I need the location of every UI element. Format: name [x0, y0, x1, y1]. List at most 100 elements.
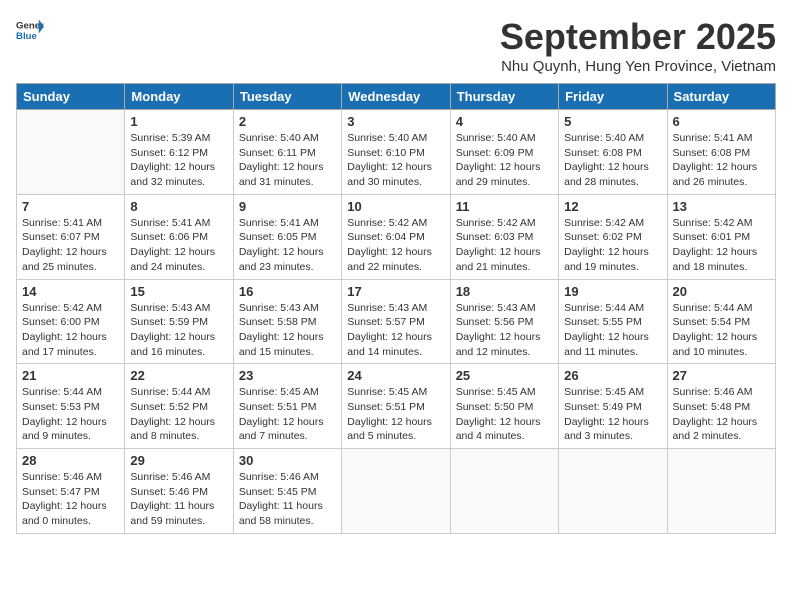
- calendar-cell: 7Sunrise: 5:41 AM Sunset: 6:07 PM Daylig…: [17, 194, 125, 279]
- day-info: Sunrise: 5:43 AM Sunset: 5:58 PM Dayligh…: [239, 301, 336, 360]
- logo: General Blue: [16, 16, 44, 44]
- day-info: Sunrise: 5:42 AM Sunset: 6:03 PM Dayligh…: [456, 216, 553, 275]
- calendar-cell: 14 Sunrise: 5:42 AM Sunset: 6:00 PM Dayli…: [17, 279, 125, 364]
- calendar-cell: 11 Sunrise: 5:42 AM Sunset: 6:03 PM Dayli…: [450, 194, 558, 279]
- day-info: Sunrise: 5:42 AM Sunset: 6:02 PM Dayligh…: [564, 216, 661, 275]
- calendar-cell: 16 Sunrise: 5:43 AM Sunset: 5:58 PM Dayli…: [233, 279, 341, 364]
- calendar-cell: 28 Sunrise: 5:46 AM Sunset: 5:47 PM Dayli…: [17, 449, 125, 534]
- day-number: 14: [22, 284, 119, 299]
- calendar-cell: [559, 449, 667, 534]
- day-number: 29: [130, 453, 227, 468]
- calendar-cell: 30 Sunrise: 5:46 AM Sunset: 5:45 PM Dayli…: [233, 449, 341, 534]
- weekday-header-saturday: Saturday: [667, 84, 775, 110]
- day-info: Sunrise: 5:46 AM Sunset: 5:47 PM Dayligh…: [22, 470, 119, 529]
- day-number: 23: [239, 368, 336, 383]
- day-info: Sunrise: 5:44 AM Sunset: 5:53 PM Dayligh…: [22, 385, 119, 444]
- weekday-header-monday: Monday: [125, 84, 233, 110]
- weekday-header-thursday: Thursday: [450, 84, 558, 110]
- day-info: Sunrise: 5:40 AM Sunset: 6:11 PM Dayligh…: [239, 131, 336, 190]
- calendar-cell: 20 Sunrise: 5:44 AM Sunset: 5:54 PM Dayli…: [667, 279, 775, 364]
- day-info: Sunrise: 5:46 AM Sunset: 5:48 PM Dayligh…: [673, 385, 770, 444]
- day-info: Sunrise: 5:43 AM Sunset: 5:57 PM Dayligh…: [347, 301, 444, 360]
- calendar-cell: 17 Sunrise: 5:43 AM Sunset: 5:57 PM Dayli…: [342, 279, 450, 364]
- day-info: Sunrise: 5:42 AM Sunset: 6:04 PM Dayligh…: [347, 216, 444, 275]
- day-info: Sunrise: 5:40 AM Sunset: 6:09 PM Dayligh…: [456, 131, 553, 190]
- calendar-week-row: 1 Sunrise: 5:39 AM Sunset: 6:12 PM Daylig…: [17, 110, 776, 195]
- calendar-cell: 15 Sunrise: 5:43 AM Sunset: 5:59 PM Dayli…: [125, 279, 233, 364]
- calendar-cell: 12 Sunrise: 5:42 AM Sunset: 6:02 PM Dayli…: [559, 194, 667, 279]
- day-info: Sunrise: 5:46 AM Sunset: 5:45 PM Dayligh…: [239, 470, 336, 529]
- day-info: Sunrise: 5:42 AM Sunset: 6:00 PM Dayligh…: [22, 301, 119, 360]
- calendar-cell: [342, 449, 450, 534]
- title-block: September 2025 Nhu Quynh, Hung Yen Provi…: [500, 16, 776, 75]
- weekday-header-sunday: Sunday: [17, 84, 125, 110]
- calendar-week-row: 21 Sunrise: 5:44 AM Sunset: 5:53 PM Dayli…: [17, 364, 776, 449]
- day-info: Sunrise: 5:42 AM Sunset: 6:01 PM Dayligh…: [673, 216, 770, 275]
- day-number: 10: [347, 199, 444, 214]
- day-number: 5: [564, 114, 661, 129]
- day-number: 4: [456, 114, 553, 129]
- day-number: 1: [130, 114, 227, 129]
- weekday-header-friday: Friday: [559, 84, 667, 110]
- calendar-cell: 22Sunrise: 5:44 AM Sunset: 5:52 PM Dayli…: [125, 364, 233, 449]
- calendar-cell: 19Sunrise: 5:44 AM Sunset: 5:55 PM Dayli…: [559, 279, 667, 364]
- day-number: 19: [564, 284, 661, 299]
- calendar-cell: 26 Sunrise: 5:45 AM Sunset: 5:49 PM Dayli…: [559, 364, 667, 449]
- day-number: 6: [673, 114, 770, 129]
- calendar-cell: 6Sunrise: 5:41 AM Sunset: 6:08 PM Daylig…: [667, 110, 775, 195]
- day-number: 16: [239, 284, 336, 299]
- day-number: 26: [564, 368, 661, 383]
- calendar-cell: [450, 449, 558, 534]
- weekday-header-tuesday: Tuesday: [233, 84, 341, 110]
- calendar-cell: 13 Sunrise: 5:42 AM Sunset: 6:01 PM Dayli…: [667, 194, 775, 279]
- weekday-header-wednesday: Wednesday: [342, 84, 450, 110]
- calendar-cell: 9Sunrise: 5:41 AM Sunset: 6:05 PM Daylig…: [233, 194, 341, 279]
- calendar-cell: 18 Sunrise: 5:43 AM Sunset: 5:56 PM Dayli…: [450, 279, 558, 364]
- day-info: Sunrise: 5:45 AM Sunset: 5:49 PM Dayligh…: [564, 385, 661, 444]
- day-number: 17: [347, 284, 444, 299]
- day-info: Sunrise: 5:43 AM Sunset: 5:59 PM Dayligh…: [130, 301, 227, 360]
- calendar-cell: 8Sunrise: 5:41 AM Sunset: 6:06 PM Daylig…: [125, 194, 233, 279]
- day-number: 2: [239, 114, 336, 129]
- day-info: Sunrise: 5:44 AM Sunset: 5:54 PM Dayligh…: [673, 301, 770, 360]
- day-number: 27: [673, 368, 770, 383]
- page-header: General Blue September 2025 Nhu Quynh, H…: [16, 16, 776, 75]
- day-info: Sunrise: 5:43 AM Sunset: 5:56 PM Dayligh…: [456, 301, 553, 360]
- day-info: Sunrise: 5:39 AM Sunset: 6:12 PM Dayligh…: [130, 131, 227, 190]
- day-number: 18: [456, 284, 553, 299]
- day-number: 11: [456, 199, 553, 214]
- calendar-cell: 24Sunrise: 5:45 AM Sunset: 5:51 PM Dayli…: [342, 364, 450, 449]
- calendar-cell: [667, 449, 775, 534]
- day-number: 30: [239, 453, 336, 468]
- month-title: September 2025: [500, 16, 776, 58]
- day-number: 28: [22, 453, 119, 468]
- day-info: Sunrise: 5:40 AM Sunset: 6:08 PM Dayligh…: [564, 131, 661, 190]
- day-number: 21: [22, 368, 119, 383]
- calendar-cell: 5 Sunrise: 5:40 AM Sunset: 6:08 PM Daylig…: [559, 110, 667, 195]
- calendar-cell: 29 Sunrise: 5:46 AM Sunset: 5:46 PM Dayli…: [125, 449, 233, 534]
- day-number: 20: [673, 284, 770, 299]
- day-number: 15: [130, 284, 227, 299]
- day-number: 12: [564, 199, 661, 214]
- calendar-week-row: 14 Sunrise: 5:42 AM Sunset: 6:00 PM Dayli…: [17, 279, 776, 364]
- weekday-header-row: SundayMondayTuesdayWednesdayThursdayFrid…: [17, 84, 776, 110]
- svg-text:Blue: Blue: [16, 31, 37, 42]
- day-info: Sunrise: 5:45 AM Sunset: 5:51 PM Dayligh…: [239, 385, 336, 444]
- calendar-cell: 2 Sunrise: 5:40 AM Sunset: 6:11 PM Daylig…: [233, 110, 341, 195]
- day-info: Sunrise: 5:45 AM Sunset: 5:50 PM Dayligh…: [456, 385, 553, 444]
- calendar-table: SundayMondayTuesdayWednesdayThursdayFrid…: [16, 83, 776, 534]
- day-number: 13: [673, 199, 770, 214]
- day-number: 3: [347, 114, 444, 129]
- day-info: Sunrise: 5:46 AM Sunset: 5:46 PM Dayligh…: [130, 470, 227, 529]
- calendar-cell: 4 Sunrise: 5:40 AM Sunset: 6:09 PM Daylig…: [450, 110, 558, 195]
- day-info: Sunrise: 5:41 AM Sunset: 6:05 PM Dayligh…: [239, 216, 336, 275]
- day-number: 24: [347, 368, 444, 383]
- calendar-cell: 3 Sunrise: 5:40 AM Sunset: 6:10 PM Daylig…: [342, 110, 450, 195]
- calendar-cell: 10 Sunrise: 5:42 AM Sunset: 6:04 PM Dayli…: [342, 194, 450, 279]
- calendar-week-row: 7Sunrise: 5:41 AM Sunset: 6:07 PM Daylig…: [17, 194, 776, 279]
- logo-icon: General Blue: [16, 16, 44, 44]
- day-info: Sunrise: 5:40 AM Sunset: 6:10 PM Dayligh…: [347, 131, 444, 190]
- day-info: Sunrise: 5:41 AM Sunset: 6:07 PM Dayligh…: [22, 216, 119, 275]
- calendar-cell: 25Sunrise: 5:45 AM Sunset: 5:50 PM Dayli…: [450, 364, 558, 449]
- calendar-cell: 27 Sunrise: 5:46 AM Sunset: 5:48 PM Dayli…: [667, 364, 775, 449]
